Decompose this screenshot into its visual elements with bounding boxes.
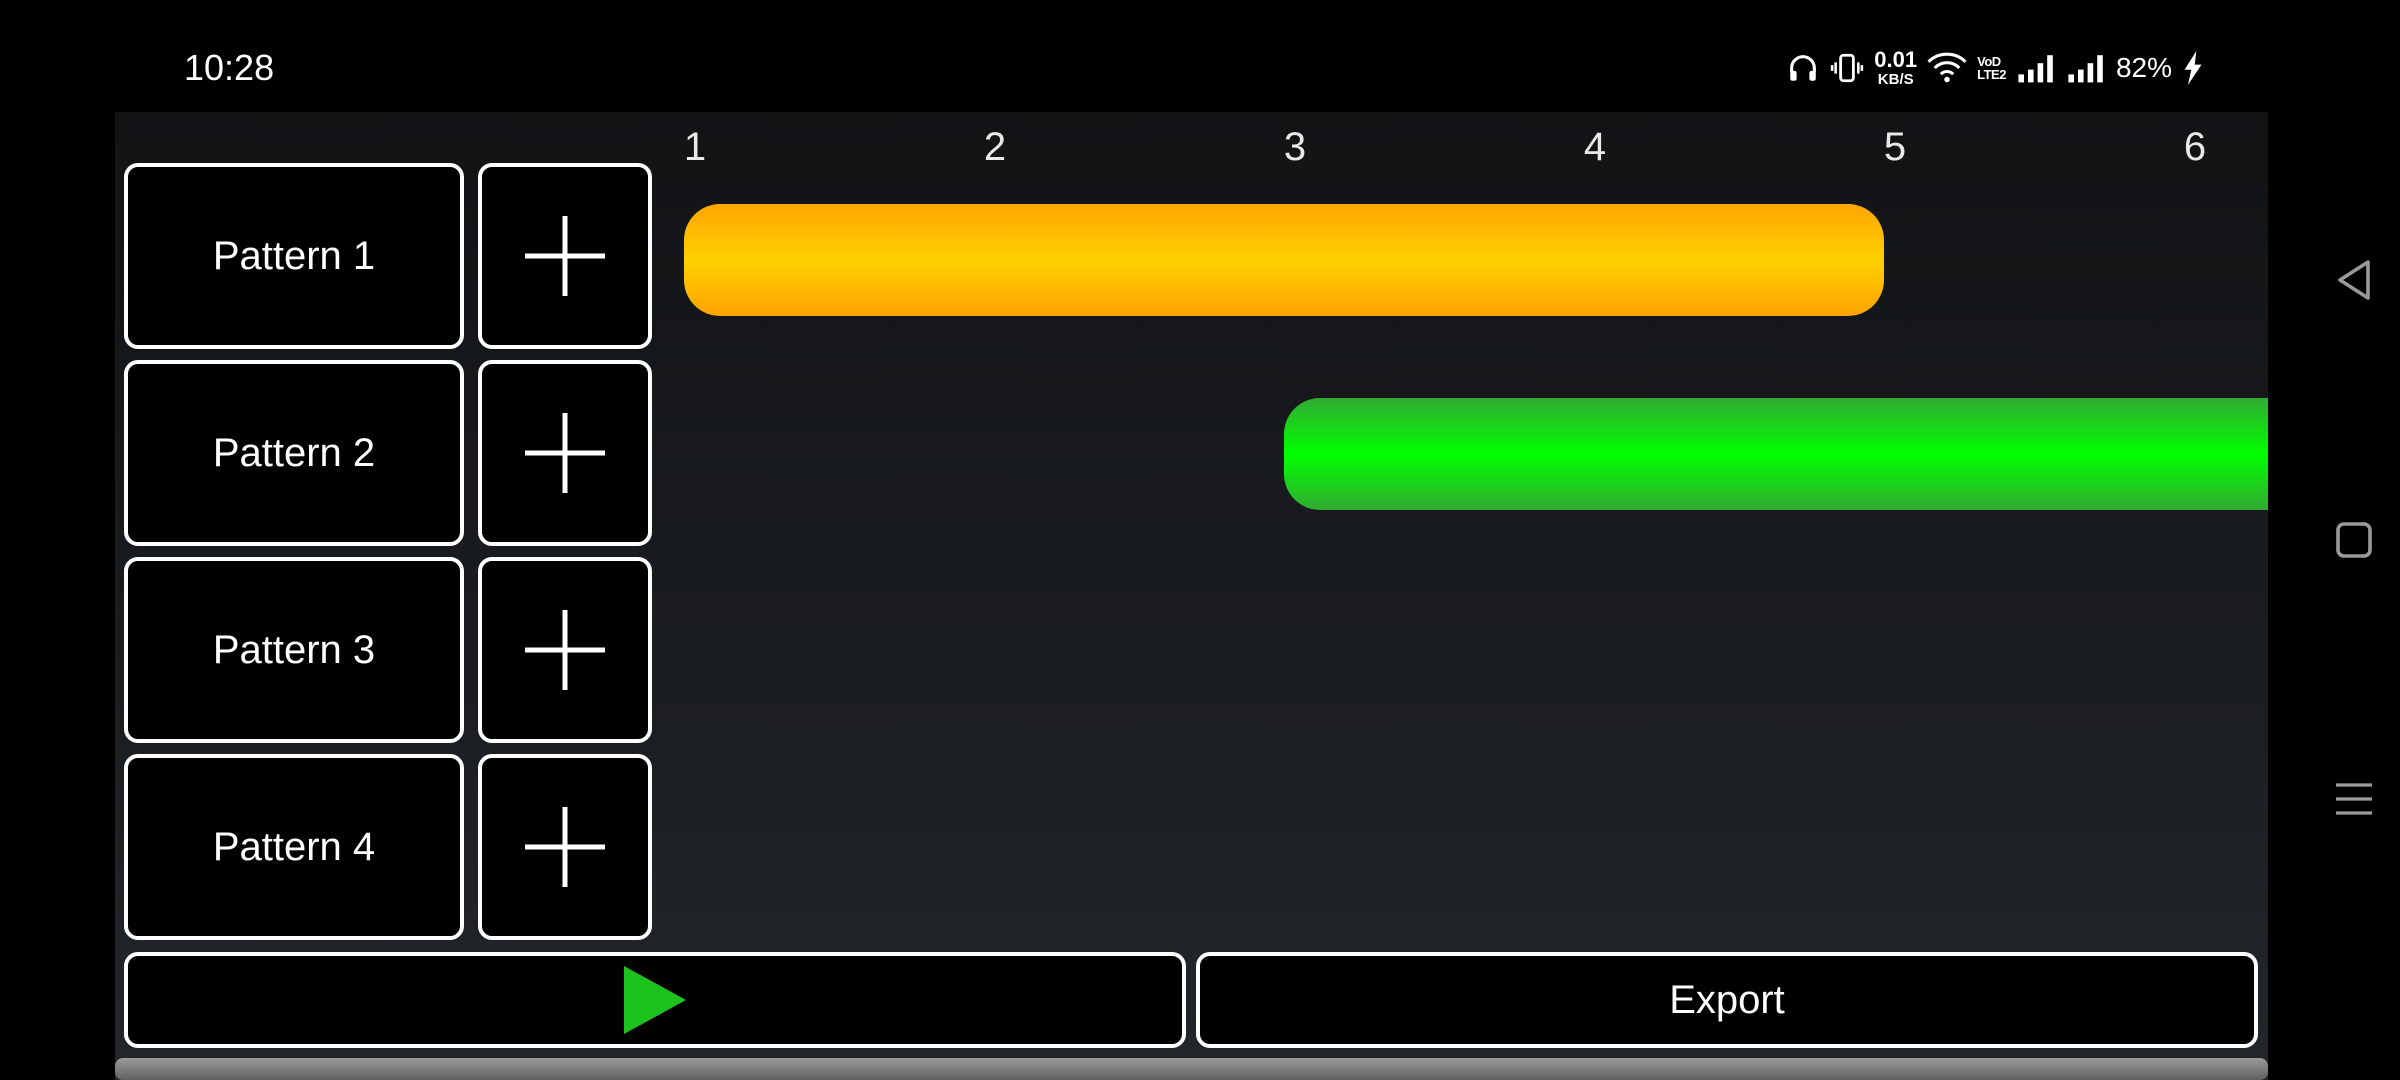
battery-level: 82% — [2115, 52, 2172, 83]
ruler-number: 2 — [983, 125, 1007, 169]
add-pattern-4-button[interactable] — [478, 754, 652, 940]
back-button[interactable] — [2330, 256, 2378, 304]
network-speed: 0.01 KB/S — [1874, 47, 1918, 88]
ruler-number: 6 — [2183, 125, 2207, 169]
add-pattern-2-button[interactable] — [478, 360, 652, 546]
play-button[interactable] — [124, 952, 1186, 1048]
charging-icon — [2182, 51, 2204, 85]
home-button[interactable] — [2330, 516, 2378, 564]
status-time: 10:28 — [184, 47, 275, 88]
pattern-1-button[interactable]: Pattern 1 — [124, 163, 464, 349]
ruler-number: 4 — [1583, 125, 1607, 169]
pattern-3-button[interactable]: Pattern 3 — [124, 557, 464, 743]
plus-icon — [525, 807, 605, 887]
ruler-number: 5 — [1883, 125, 1907, 169]
recents-button[interactable] — [2330, 775, 2378, 823]
pattern-2-button[interactable]: Pattern 2 — [124, 360, 464, 546]
ruler-number: 1 — [683, 125, 707, 169]
wifi-icon — [1927, 52, 1967, 84]
add-pattern-3-button[interactable] — [478, 557, 652, 743]
volte-indicator: VoD LTE2 — [1977, 55, 2006, 81]
sequencer-app: 1 2 3 4 5 6 Pattern 1 Pattern 2 Pattern … — [115, 112, 2268, 1080]
pattern-4-button[interactable]: Pattern 4 — [124, 754, 464, 940]
pattern-1-clip[interactable] — [684, 204, 1884, 316]
add-pattern-1-button[interactable] — [478, 163, 652, 349]
play-icon — [624, 966, 686, 1034]
network-speed-value: 0.01 — [1874, 47, 1918, 72]
ruler-number: 3 — [1283, 125, 1307, 169]
headphones-icon — [1786, 51, 1820, 85]
plus-icon — [525, 413, 605, 493]
back-icon — [2338, 260, 2370, 300]
plus-icon — [525, 610, 605, 690]
home-icon — [2336, 522, 2372, 558]
signal-icon — [2066, 52, 2106, 84]
plus-icon — [525, 216, 605, 296]
vibrate-icon — [1830, 51, 1864, 85]
status-icons: 0.01 KB/S VoD LTE2 82% — [1786, 44, 2204, 92]
volte-bottom: LTE2 — [1977, 67, 2006, 82]
export-button[interactable]: Export — [1196, 952, 2258, 1048]
pattern-2-clip[interactable] — [1284, 398, 2268, 510]
screen: 10:28 0.01 KB/S VoD LTE2 82% 1 2 3 4 5 6… — [0, 0, 2400, 1080]
horizontal-scrollbar[interactable] — [115, 1058, 2268, 1080]
signal-icon — [2016, 52, 2056, 84]
menu-icon — [2336, 783, 2372, 815]
network-speed-unit: KB/S — [1877, 71, 1914, 88]
